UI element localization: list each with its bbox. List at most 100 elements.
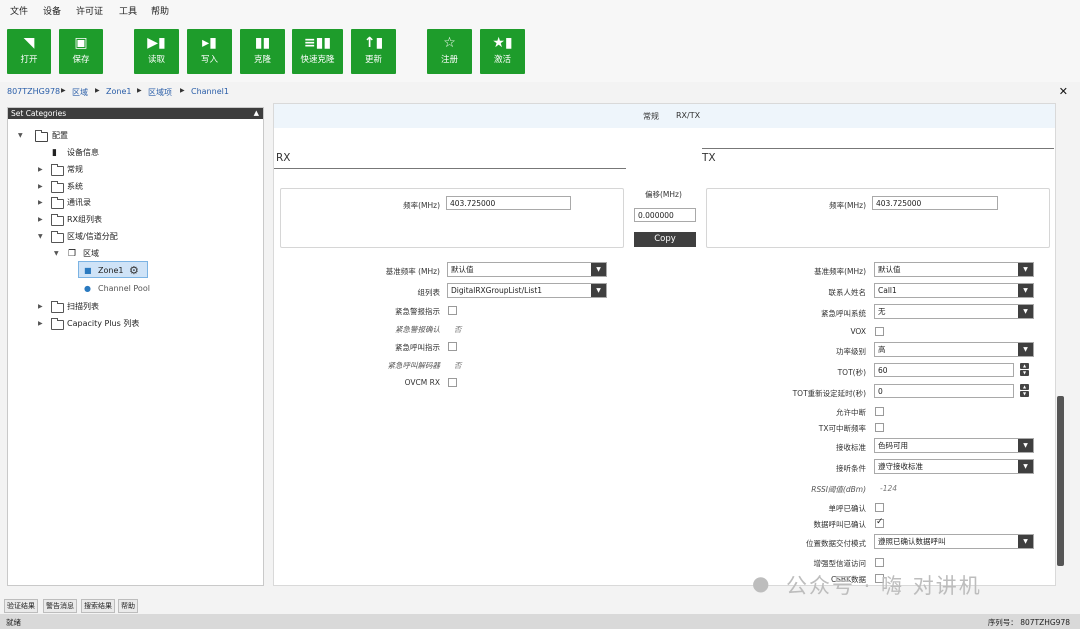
bottom-tab-bar: 验证结果 警告消息 搜索结果 帮助 — [0, 598, 1080, 613]
tot-input[interactable]: 60 — [874, 363, 1014, 377]
chevron-right-icon[interactable]: ▶ — [38, 213, 43, 227]
folder-icon — [51, 181, 64, 193]
breadcrumb-device[interactable]: 807TZHG978 — [7, 87, 60, 96]
chevron-down-icon: ▼ — [591, 263, 606, 276]
menu-file[interactable]: 文件 — [10, 4, 28, 17]
breadcrumb-zone-item[interactable]: 区域项 — [148, 87, 172, 98]
emergency-alarm-ack-value: 否 — [454, 325, 462, 334]
wechat-icon: ● — [752, 571, 770, 595]
tot-rekey-input[interactable]: 0 — [874, 384, 1014, 398]
save-button[interactable]: ▣ 保存 — [59, 29, 103, 74]
tot-rekey-stepper[interactable]: ▲ ▼ — [1020, 384, 1029, 398]
open-button[interactable]: ◥ 打开 — [7, 29, 51, 74]
tx-interrupt-checkbox[interactable] — [875, 423, 884, 432]
tx-ref-freq-label: 基准频率(MHz) — [814, 267, 866, 276]
chevron-down-icon: ▼ — [1018, 284, 1033, 297]
breadcrumb-zone1[interactable]: Zone1 — [106, 87, 131, 96]
menu-device[interactable]: 设备 — [43, 4, 61, 17]
rx-freq-input[interactable]: 403.725000 — [446, 196, 571, 210]
radio-activate-icon: ★▮ — [492, 35, 513, 51]
power-level-select[interactable]: 高 ▼ — [874, 342, 1034, 357]
serial-number: 序列号： 807TZHG978 — [987, 618, 1070, 627]
gear-icon[interactable]: ⚙ — [129, 264, 139, 278]
emergency-call-decode-value: 否 — [454, 361, 462, 370]
chevron-down-icon: ▼ — [591, 284, 606, 297]
emergency-system-select[interactable]: 无 ▼ — [874, 304, 1034, 319]
breadcrumb-channel1[interactable]: Channel1 — [191, 87, 229, 96]
data-call-ack-checkbox[interactable]: ✓ — [875, 517, 884, 528]
clone-button[interactable]: ▮▮ 克隆 — [240, 29, 285, 74]
tx-ref-freq-select[interactable]: 默认值 ▼ — [874, 262, 1034, 277]
chevron-down-icon[interactable]: ▼ — [1020, 391, 1029, 397]
channel-editor-panel: 常规 RX/TX RX TX 频率(MHz) 403.725000 偏移(MHz… — [273, 103, 1064, 586]
emergency-alarm-ack-label: 紧急警报确认 — [395, 325, 440, 334]
menu-help[interactable]: 帮助 — [151, 4, 169, 17]
menu-license[interactable]: 许可证 — [76, 4, 103, 17]
chevron-down-icon[interactable]: ▼ — [54, 247, 59, 261]
copy-button[interactable]: Copy — [634, 232, 696, 247]
contact-name-label: 联系人姓名 — [828, 288, 867, 297]
rx-ref-freq-select[interactable]: 默认值 ▼ — [447, 262, 607, 277]
close-icon[interactable]: ✕ — [1059, 85, 1068, 98]
pin-icon[interactable]: ▲ — [254, 108, 259, 119]
register-button[interactable]: ☆ 注册 — [427, 29, 472, 74]
rx-section-title: RX — [276, 152, 291, 164]
tab-validation-results[interactable]: 验证结果 — [4, 599, 38, 613]
tab-search-results[interactable]: 搜索结果 — [81, 599, 115, 613]
read-button[interactable]: ▶▮ 读取 — [134, 29, 179, 74]
status-text: 就绪 — [6, 618, 21, 627]
chevron-right-icon: ▶ — [61, 87, 66, 94]
vertical-scrollbar[interactable] — [1057, 396, 1064, 566]
chevron-up-icon[interactable]: ▲ — [1020, 384, 1029, 390]
offset-input[interactable]: 0.000000 — [634, 208, 696, 222]
private-call-ack-checkbox[interactable] — [875, 503, 884, 512]
emergency-call-checkbox[interactable] — [448, 342, 457, 351]
panel-header: Set Categories ▲ — [8, 108, 263, 119]
chevron-right-icon[interactable]: ▶ — [38, 300, 43, 314]
offset-label: 偏移(MHz) — [645, 190, 682, 199]
rx-criteria-select[interactable]: 色码可用 ▼ — [874, 438, 1034, 453]
contact-name-select[interactable]: Call1 ▼ — [874, 283, 1034, 298]
folder-icon — [51, 164, 64, 176]
chevron-down-icon[interactable]: ▼ — [18, 129, 23, 143]
star-icon: ☆ — [443, 35, 456, 51]
tab-general[interactable]: 常规 — [643, 111, 659, 122]
location-mode-select[interactable]: 遵照已确认数据呼叫 ▼ — [874, 534, 1034, 549]
rx-criteria-label: 接收标准 — [836, 443, 866, 452]
rx-group-list-select[interactable]: DigitalRXGroupList/List1 ▼ — [447, 283, 607, 298]
breadcrumb-zone[interactable]: 区域 — [72, 87, 88, 98]
allow-interrupt-checkbox[interactable] — [875, 407, 884, 416]
tab-warning-messages[interactable]: 警告消息 — [43, 599, 77, 613]
chevron-right-icon: ▶ — [137, 87, 142, 94]
chevron-up-icon[interactable]: ▲ — [1020, 363, 1029, 369]
menu-tools[interactable]: 工具 — [119, 4, 137, 17]
tx-condition-select[interactable]: 遵守接收标准 ▼ — [874, 459, 1034, 474]
folder-open-icon: ◥ — [23, 35, 35, 51]
write-button[interactable]: ▸▮ 写入 — [187, 29, 232, 74]
tot-rekey-label: TOT重新设定延时(秒) — [792, 389, 866, 398]
quick-clone-button[interactable]: ≡▮▮ 快速克隆 — [292, 29, 343, 74]
ovcm-rx-checkbox[interactable] — [448, 378, 457, 387]
private-call-ack-label: 单呼已确认 — [828, 504, 867, 513]
emergency-alarm-checkbox[interactable] — [448, 306, 457, 315]
chevron-down-icon: ▼ — [1018, 439, 1033, 452]
vox-checkbox[interactable] — [875, 327, 884, 336]
chevron-right-icon[interactable]: ▶ — [38, 180, 43, 194]
chevron-right-icon[interactable]: ▶ — [38, 317, 43, 331]
emergency-call-label: 紧急呼叫指示 — [395, 343, 440, 352]
copy-pages-icon: ❐ — [68, 249, 77, 259]
enhanced-channel-checkbox[interactable] — [875, 558, 884, 567]
zone-folder-icon: ■ — [84, 266, 92, 275]
activate-button[interactable]: ★▮ 激活 — [480, 29, 525, 74]
chevron-down-icon[interactable]: ▼ — [38, 230, 43, 244]
chevron-down-icon: ▼ — [1018, 343, 1033, 356]
tot-stepper[interactable]: ▲ ▼ — [1020, 363, 1029, 377]
tab-help[interactable]: 帮助 — [118, 599, 138, 613]
tab-rx-tx[interactable]: RX/TX — [676, 111, 700, 120]
chevron-right-icon[interactable]: ▶ — [38, 196, 43, 210]
config-box-icon — [35, 130, 48, 142]
chevron-right-icon[interactable]: ▶ — [38, 163, 43, 177]
chevron-down-icon[interactable]: ▼ — [1020, 370, 1029, 376]
tx-freq-input[interactable]: 403.725000 — [872, 196, 998, 210]
update-button[interactable]: ↑▮ 更新 — [351, 29, 396, 74]
